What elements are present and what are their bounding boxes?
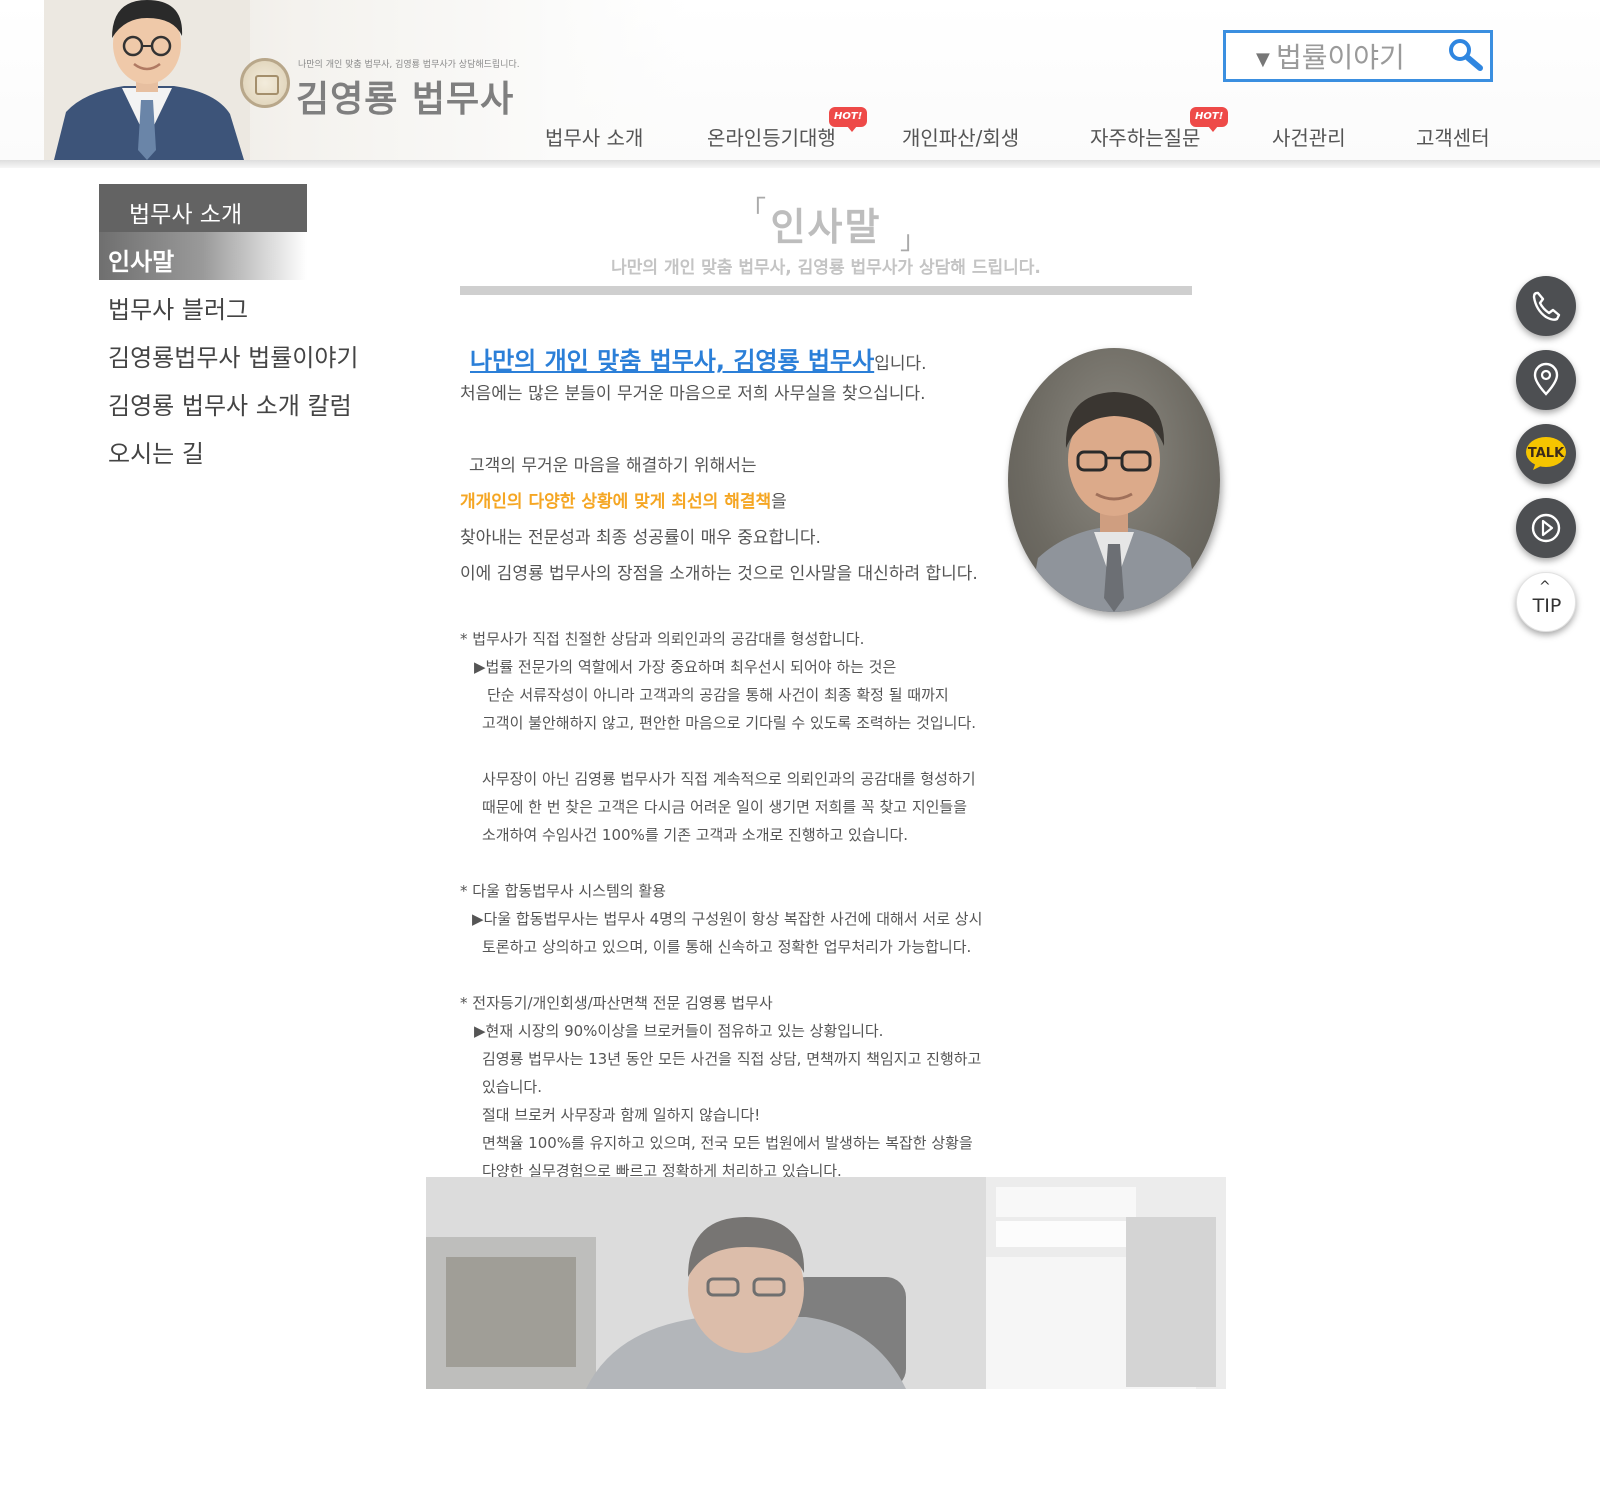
sidebar-item-directions[interactable]: 오시는 길 [99, 424, 419, 472]
body-line: ▶다울 합동법무사는 법무사 4명의 구성원이 항상 복잡한 사건에 대해서 서… [472, 910, 983, 928]
nav-item-online-registration[interactable]: 온라인등기대행 HOT! [707, 107, 868, 151]
logo-name[interactable]: 김영룡 법무사 [296, 70, 514, 122]
title-close-bracket: 」 [900, 226, 927, 256]
nav-item-label: 온라인등기대행 [707, 126, 836, 150]
office-photo [426, 1177, 1226, 1389]
main-nav: 법무사 소개 온라인등기대행 HOT! 개인파산/회생 자주하는질문 HOT! … [520, 107, 1520, 158]
lawyer-portrait-small [44, 0, 250, 160]
sidebar: 법무사 소개 인사말 법무사 블러그 김영룡법무사 법률이야기 김영룡 법무사 … [99, 184, 419, 472]
nav-item-faq[interactable]: 자주하는질문 HOT! [1090, 107, 1229, 151]
body-line: 소개하여 수임사건 100%를 기존 고객과 소개로 진행하고 있습니다. [482, 826, 909, 844]
body-line: * 다울 합동법무사 시스템의 활용 [460, 882, 666, 900]
intro-highlight-text: 개개인의 다양한 상황에 맞게 최선의 해결책 [460, 492, 772, 512]
sidebar-title: 법무사 소개 [99, 184, 307, 232]
nav-item-label: 자주하는질문 [1090, 126, 1201, 150]
play-icon [1531, 513, 1561, 543]
court-seal-emblem [240, 58, 290, 108]
intro-line: 고객의 무거운 마음을 해결하기 위해서는 [469, 456, 757, 476]
talk-label: TALK [1528, 446, 1565, 461]
page-title: 인사말 [770, 205, 882, 249]
body-line: * 법무사가 직접 친절한 상담과 의뢰인과의 공감대를 형성합니다. [460, 630, 865, 648]
kakao-talk-icon: TALK [1526, 437, 1566, 470]
nav-item-customer-center[interactable]: 고객센터 [1416, 122, 1490, 151]
body-line: * 전자등기/개인회생/파산면책 전문 김영룡 법무사 [460, 994, 773, 1012]
site-header: 나만의 개인 맞춤 법무사, 김영룡 법무사가 상담해드립니다. 김영룡 법무사… [0, 0, 1600, 160]
intro-line-highlight: 개개인의 다양한 상황에 맞게 최선의 해결책을 [460, 487, 1020, 523]
intro-line: 처음에는 많은 분들이 무거운 마음으로 저희 사무실을 찾으십니다. [460, 384, 926, 404]
body-line: 토론하고 상의하고 있으며, 이를 통해 신속하고 정확한 업무처리가 가능합니… [482, 938, 972, 956]
sidebar-item-column[interactable]: 김영룡 법무사 소개 칼럼 [99, 376, 419, 424]
kakao-talk-button[interactable]: TALK [1516, 424, 1576, 484]
body-line: ▶법률 전문가의 역할에서 가장 중요하며 최우선시 되어야 하는 것은 [474, 658, 897, 676]
body-line: ▶현재 시장의 90%이상을 브로커들이 점유하고 있는 상황입니다. [474, 1022, 884, 1040]
map-pin-icon [1533, 362, 1559, 396]
body-line: 김영룡 법무사는 13년 동안 모든 사건을 직접 상담, 면책까지 책임지고 … [482, 1050, 982, 1068]
sidebar-item-legal-stories[interactable]: 김영룡법무사 법률이야기 [99, 328, 419, 376]
logo-tagline: 나만의 개인 맞춤 법무사, 김영룡 법무사가 상담해드립니다. [298, 60, 520, 70]
sidebar-item-blog[interactable]: 법무사 블러그 [99, 280, 419, 328]
location-button[interactable] [1516, 350, 1576, 410]
nav-item-bankruptcy[interactable]: 개인파산/회생 [902, 122, 1019, 151]
body-line: 고객이 불안해하지 않고, 편안한 마음으로 기다릴 수 있도록 조력하는 것입… [482, 714, 977, 732]
phone-button[interactable] [1516, 276, 1576, 336]
tip-label: TIP [1532, 595, 1562, 617]
intro-headline-line: 나만의 개인 맞춤 법무사, 김영룡 법무사입니다. [460, 341, 1020, 379]
body-line: 단순 서류작성이 아니라 고객과의 공감을 통해 사건이 최종 확정 될 때까지 [487, 686, 949, 704]
phone-icon [1532, 291, 1561, 321]
intro-headline: 나만의 개인 맞춤 법무사, 김영룡 법무사 [470, 347, 875, 375]
hot-badge: HOT! [829, 107, 868, 132]
intro-headline-tail: 입니다. [874, 354, 927, 374]
video-button[interactable] [1516, 498, 1576, 558]
intro-line: 찾아내는 전문성과 최종 성공률이 매우 중요합니다. [460, 528, 821, 548]
search-input[interactable] [1276, 39, 1446, 75]
search-icon[interactable] [1446, 37, 1486, 73]
search-box: ▼ [1223, 30, 1493, 82]
tip-scroll-top-button[interactable]: ^ TIP [1516, 572, 1576, 632]
nav-item-intro[interactable]: 법무사 소개 [545, 122, 643, 151]
sidebar-item-greeting[interactable]: 인사말 [99, 232, 307, 280]
page-title-block: 「 」 인사말 나만의 개인 맞춤 법무사, 김영룡 법무사가 상담해 드립니다… [460, 190, 1192, 278]
nav-item-case-management[interactable]: 사건관리 [1272, 122, 1346, 151]
intro-highlight-tail: 을 [771, 492, 787, 512]
lawyer-portrait-oval [1008, 348, 1220, 612]
hot-badge: HOT! [1190, 107, 1229, 132]
body-line: 면책율 100%를 유지하고 있으며, 전국 모든 법원에서 발생하는 복잡한 … [482, 1134, 973, 1152]
body-line: 때문에 한 번 찾은 고객은 다시금 어려운 일이 생기면 저희를 꼭 찾고 지… [482, 798, 968, 816]
header-divider [0, 160, 1600, 168]
dropdown-arrow-icon[interactable]: ▼ [1256, 49, 1270, 70]
body-line: 있습니다. [482, 1078, 542, 1096]
body-line: 절대 브로커 사무장과 함께 일하지 않습니다! [482, 1106, 761, 1124]
greeting-body: * 법무사가 직접 친절한 상담과 의뢰인과의 공감대를 형성합니다. ▶법률 … [460, 628, 1000, 1188]
title-divider-bar [460, 286, 1192, 295]
page-subtitle: 나만의 개인 맞춤 법무사, 김영룡 법무사가 상담해 드립니다. [611, 258, 1041, 278]
body-line: 사무장이 아닌 김영룡 법무사가 직접 계속적으로 의뢰인과의 공감대를 형성하… [482, 770, 976, 788]
title-open-bracket: 「 [740, 196, 767, 226]
intro-line: 이에 김영룡 법무사의 장점을 소개하는 것으로 인사말을 대신하려 합니다. [460, 564, 978, 584]
greeting-intro: 나만의 개인 맞춤 법무사, 김영룡 법무사입니다. 처음에는 많은 분들이 무… [460, 341, 1020, 595]
chevron-up-icon: ^ [1539, 579, 1551, 595]
